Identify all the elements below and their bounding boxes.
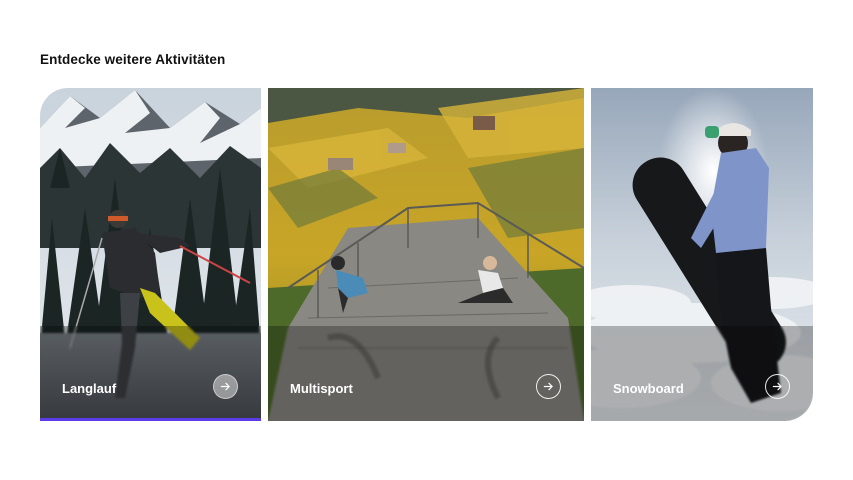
card-overlay — [268, 326, 584, 421]
card-label: Snowboard — [613, 381, 684, 396]
activity-card-langlauf[interactable]: Langlauf — [40, 88, 261, 421]
activity-card-multisport[interactable]: Multisport — [268, 88, 584, 421]
arrow-right-icon[interactable] — [765, 374, 790, 399]
card-label: Langlauf — [62, 381, 117, 396]
arrow-right-icon[interactable] — [536, 374, 561, 399]
card-label: Multisport — [290, 381, 353, 396]
section-title: Entdecke weitere Aktivitäten — [40, 52, 226, 67]
arrow-right-icon[interactable] — [213, 374, 238, 399]
active-indicator — [40, 418, 261, 421]
activity-card-snowboard[interactable]: Snowboard — [591, 88, 813, 421]
